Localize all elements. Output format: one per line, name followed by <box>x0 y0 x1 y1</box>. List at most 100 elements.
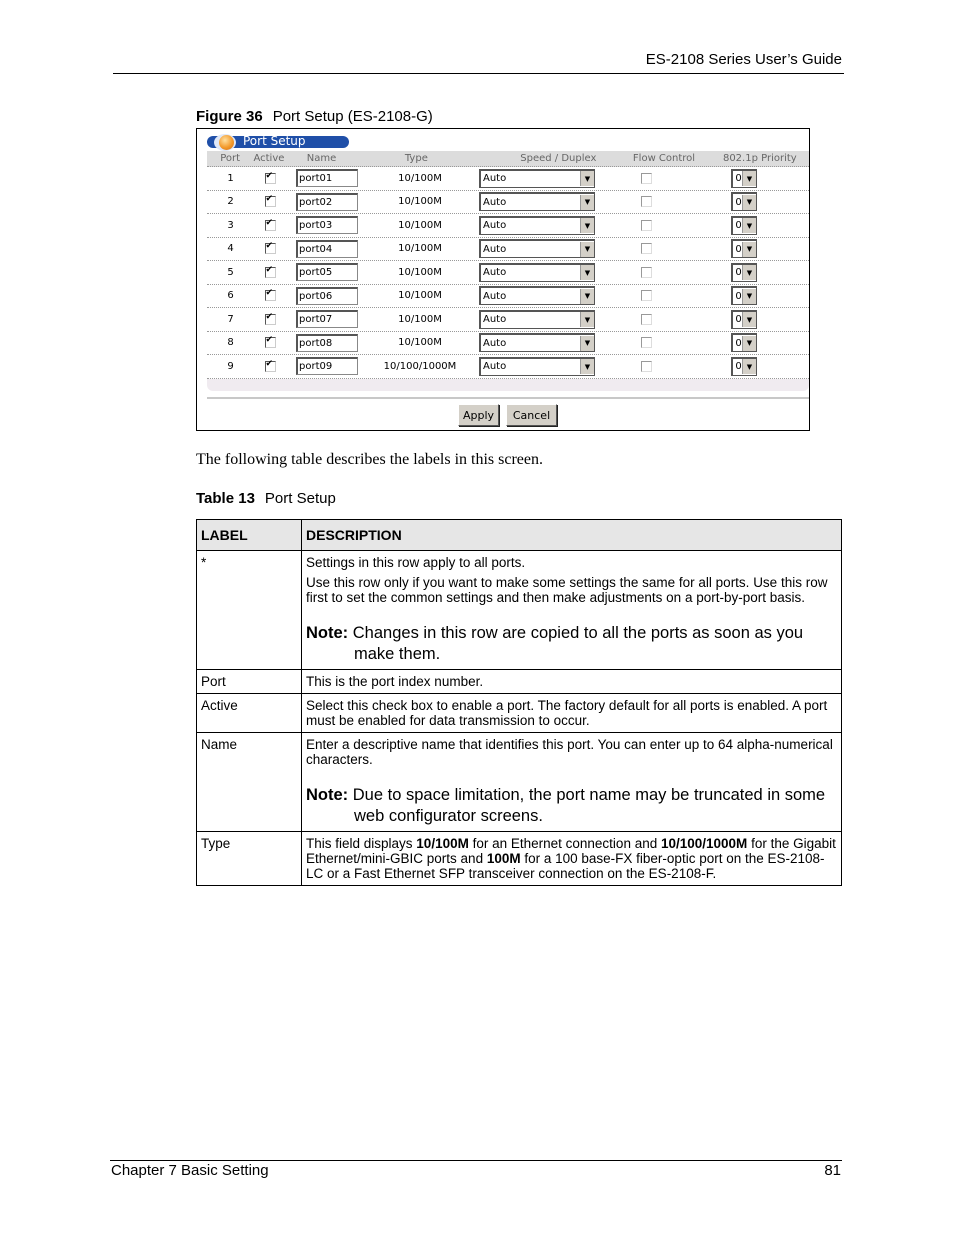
row-description: Settings in this row apply to all ports.… <box>301 550 842 670</box>
active-checkbox[interactable] <box>264 171 276 184</box>
speed-duplex-select[interactable]: Auto ▼ <box>479 309 595 329</box>
row-label: * <box>196 550 302 670</box>
active-checkbox[interactable] <box>264 335 276 348</box>
priority-select[interactable]: 0 ▼ <box>731 286 757 306</box>
port-row: 4port0410/100MAuto▼0▼ <box>207 238 809 261</box>
speed-duplex-select[interactable]: Auto ▼ <box>479 356 595 376</box>
flow-cell <box>599 313 694 326</box>
desc-text: This field displays <box>306 836 417 851</box>
speed-value: Auto <box>483 243 507 255</box>
speed-value: Auto <box>483 290 507 302</box>
flow-control-checkbox[interactable] <box>641 290 652 301</box>
apply-button[interactable]: Apply <box>458 404 499 426</box>
row-description: This is the port index number. <box>301 669 842 694</box>
priority-select[interactable]: 0 ▼ <box>731 309 757 329</box>
active-checkbox[interactable] <box>264 194 276 207</box>
port-name-input[interactable]: port07 <box>296 310 358 329</box>
row-description: This field displays 10/100M for an Ether… <box>301 831 842 886</box>
cancel-button[interactable]: Cancel <box>506 404 557 426</box>
dropdown-arrow-icon: ▼ <box>580 312 594 328</box>
col-active: Active <box>253 153 285 164</box>
priority-select[interactable]: 0 ▼ <box>731 215 757 235</box>
flow-control-checkbox[interactable] <box>641 219 652 231</box>
speed-duplex-select[interactable]: Auto ▼ <box>479 286 595 306</box>
speed-duplex-select[interactable]: Auto ▼ <box>479 333 595 353</box>
table-number: Table 13 <box>196 490 255 507</box>
note-label: Note: <box>306 624 349 642</box>
active-cell <box>254 218 286 232</box>
port-name-input[interactable]: port06 <box>296 286 358 305</box>
active-cell <box>254 359 286 373</box>
priority-select[interactable]: 0 ▼ <box>731 333 757 353</box>
name-cell: port04 <box>286 239 361 258</box>
priority-value: 0 <box>735 196 742 208</box>
active-cell <box>254 194 286 208</box>
port-name-input[interactable]: port05 <box>296 263 358 282</box>
table-row: Type This field displays 10/100M for an … <box>196 831 842 886</box>
priority-select[interactable]: 0 ▼ <box>731 356 757 376</box>
active-checkbox[interactable] <box>264 359 276 372</box>
port-number: 4 <box>227 243 234 255</box>
active-checkbox[interactable] <box>264 241 276 254</box>
active-checkbox[interactable] <box>264 218 276 231</box>
priority-cell: 0 ▼ <box>694 333 794 353</box>
desc-bold: 10/100M <box>416 836 469 851</box>
dropdown-arrow-icon: ▼ <box>742 194 756 210</box>
priority-select[interactable]: 0 ▼ <box>731 168 757 188</box>
flow-control-checkbox[interactable] <box>641 172 652 184</box>
desc-paragraph: Use this row only if you want to make so… <box>306 575 828 605</box>
note-text: Due to space limitation, the port name m… <box>352 786 826 825</box>
flow-control-checkbox[interactable] <box>641 196 652 207</box>
priority-value: 0 <box>735 243 742 255</box>
flow-cell <box>599 243 694 255</box>
flow-control-checkbox[interactable] <box>641 360 652 372</box>
speed-duplex-select[interactable]: Auto ▼ <box>479 168 595 188</box>
priority-value: 0 <box>735 314 742 326</box>
priority-select[interactable]: 0 ▼ <box>731 262 757 282</box>
active-checkbox[interactable] <box>264 288 276 301</box>
speed-duplex-select[interactable]: Auto ▼ <box>479 239 595 259</box>
dropdown-arrow-icon: ▼ <box>580 171 594 187</box>
flow-control-checkbox[interactable] <box>641 266 652 278</box>
speed-duplex-select[interactable]: Auto ▼ <box>479 215 595 235</box>
name-cell: port07 <box>286 310 361 329</box>
desc-text: for an Ethernet connection and <box>468 836 661 851</box>
speed-value: Auto <box>483 173 507 185</box>
priority-cell: 0 ▼ <box>694 239 794 259</box>
priority-select[interactable]: 0 ▼ <box>731 192 757 212</box>
body-paragraph: The following table describes the labels… <box>196 451 544 468</box>
port-name-input[interactable]: port03 <box>296 216 358 235</box>
port-name-input[interactable]: port08 <box>296 333 358 352</box>
speed-cell: Auto ▼ <box>479 239 599 259</box>
orange-ball-icon <box>219 135 234 150</box>
speed-value: Auto <box>483 337 507 349</box>
header-label: LABEL <box>196 519 302 551</box>
speed-duplex-select[interactable]: Auto ▼ <box>479 192 595 212</box>
active-checkbox[interactable] <box>264 312 276 325</box>
name-cell: port05 <box>286 263 361 282</box>
priority-select[interactable]: 0 ▼ <box>731 239 757 259</box>
port-type: 10/100M <box>398 313 442 325</box>
port-name-input[interactable]: port04 <box>296 239 358 258</box>
port-name-input[interactable]: port09 <box>296 357 358 376</box>
priority-cell: 0 ▼ <box>694 286 794 306</box>
col-name: Name <box>306 153 337 164</box>
row-description: Select this check box to enable a port. … <box>301 693 842 733</box>
speed-duplex-select[interactable]: Auto ▼ <box>479 262 595 282</box>
row-label: Active <box>196 693 302 733</box>
col-priority: 802.1p Priority <box>722 153 797 164</box>
priority-cell: 0 ▼ <box>694 168 794 188</box>
active-cell <box>254 265 286 279</box>
dropdown-arrow-icon: ▼ <box>742 359 756 375</box>
port-name-input[interactable]: port01 <box>296 169 358 188</box>
flow-control-checkbox[interactable] <box>641 313 652 325</box>
flow-control-checkbox[interactable] <box>641 243 652 254</box>
priority-value: 0 <box>735 267 742 279</box>
port-type: 10/100M <box>398 172 442 184</box>
dropdown-arrow-icon: ▼ <box>580 218 594 234</box>
active-checkbox[interactable] <box>264 265 276 278</box>
port-name-input[interactable]: port02 <box>296 192 358 211</box>
flow-cell <box>599 360 694 373</box>
flow-control-checkbox[interactable] <box>641 337 652 348</box>
table-row: Port This is the port index number. <box>196 669 842 694</box>
